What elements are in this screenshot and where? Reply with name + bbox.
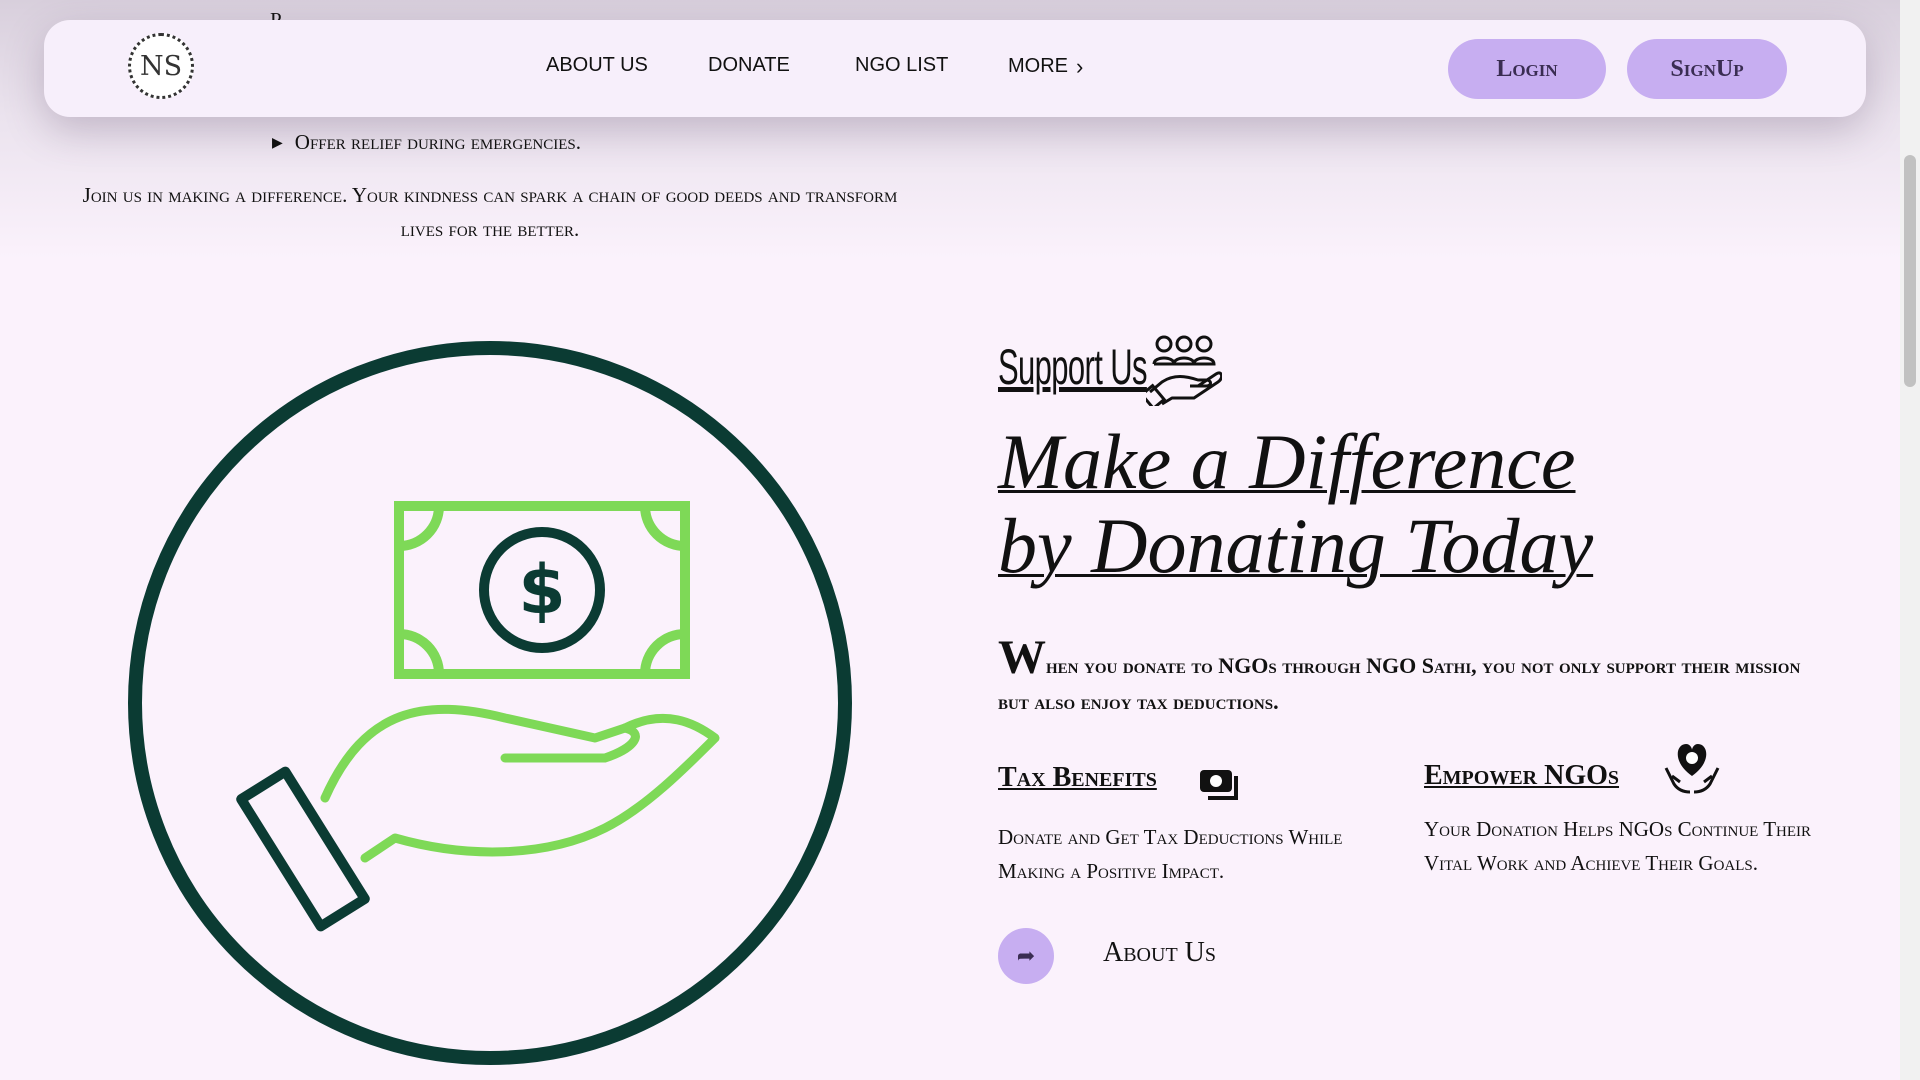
main-headline: Make a Difference by Donating Today <box>998 418 1594 589</box>
svg-text:$: $ <box>518 551 565 630</box>
join-text: Join us in making a difference. Your kin… <box>82 183 898 241</box>
support-us-heading: Support Us <box>998 335 1238 406</box>
navbar: NS ABOUT US DONATE NGO LIST MORE › Login … <box>44 20 1866 117</box>
nav-ngo-list[interactable]: NGO LIST <box>855 54 948 77</box>
share-arrow-icon: ➦ <box>1016 943 1036 969</box>
about-us-arrow-button[interactable]: ➦ <box>998 928 1054 984</box>
support-us-title: Support Us <box>998 339 1147 395</box>
nav-more-label: MORE <box>1008 55 1068 77</box>
tax-benefits-desc: Donate and Get Tax Deductions While Maki… <box>998 825 1343 883</box>
chevron-right-icon: › <box>1076 54 1084 79</box>
nav-more[interactable]: MORE › <box>1008 54 1083 80</box>
about-us-link[interactable]: About Us <box>1103 937 1216 969</box>
login-button[interactable]: Login <box>1448 39 1606 99</box>
bullet-icon: ▶ <box>272 136 283 151</box>
donation-intro: When you donate to NGOs through NGO Sath… <box>998 634 1828 720</box>
site-logo[interactable]: NS <box>128 33 194 99</box>
support-hands-icon <box>1146 335 1222 406</box>
tax-benefits-title: Tax Benefits <box>998 762 1157 793</box>
empower-ngos-title: Empower NGOs <box>1424 760 1620 791</box>
list-item: ▶ Offer relief during emergencies. <box>272 130 581 154</box>
intro-text: hen you donate to NGOs through NGO Sathi… <box>998 653 1801 714</box>
signup-button[interactable]: SignUp <box>1627 39 1787 99</box>
donation-illustration: $ <box>128 341 852 1065</box>
nav-donate[interactable]: DONATE <box>708 54 790 77</box>
drop-cap: W <box>998 631 1046 684</box>
money-icon <box>1200 770 1238 800</box>
scrollbar[interactable] <box>1900 0 1920 1080</box>
empower-ngos-desc: Your Donation Helps NGOs Continue Their … <box>1424 817 1812 875</box>
nav-about-us[interactable]: ABOUT US <box>546 54 648 77</box>
heart-hands-icon <box>1664 744 1720 794</box>
scrollbar-thumb[interactable] <box>1904 155 1916 387</box>
